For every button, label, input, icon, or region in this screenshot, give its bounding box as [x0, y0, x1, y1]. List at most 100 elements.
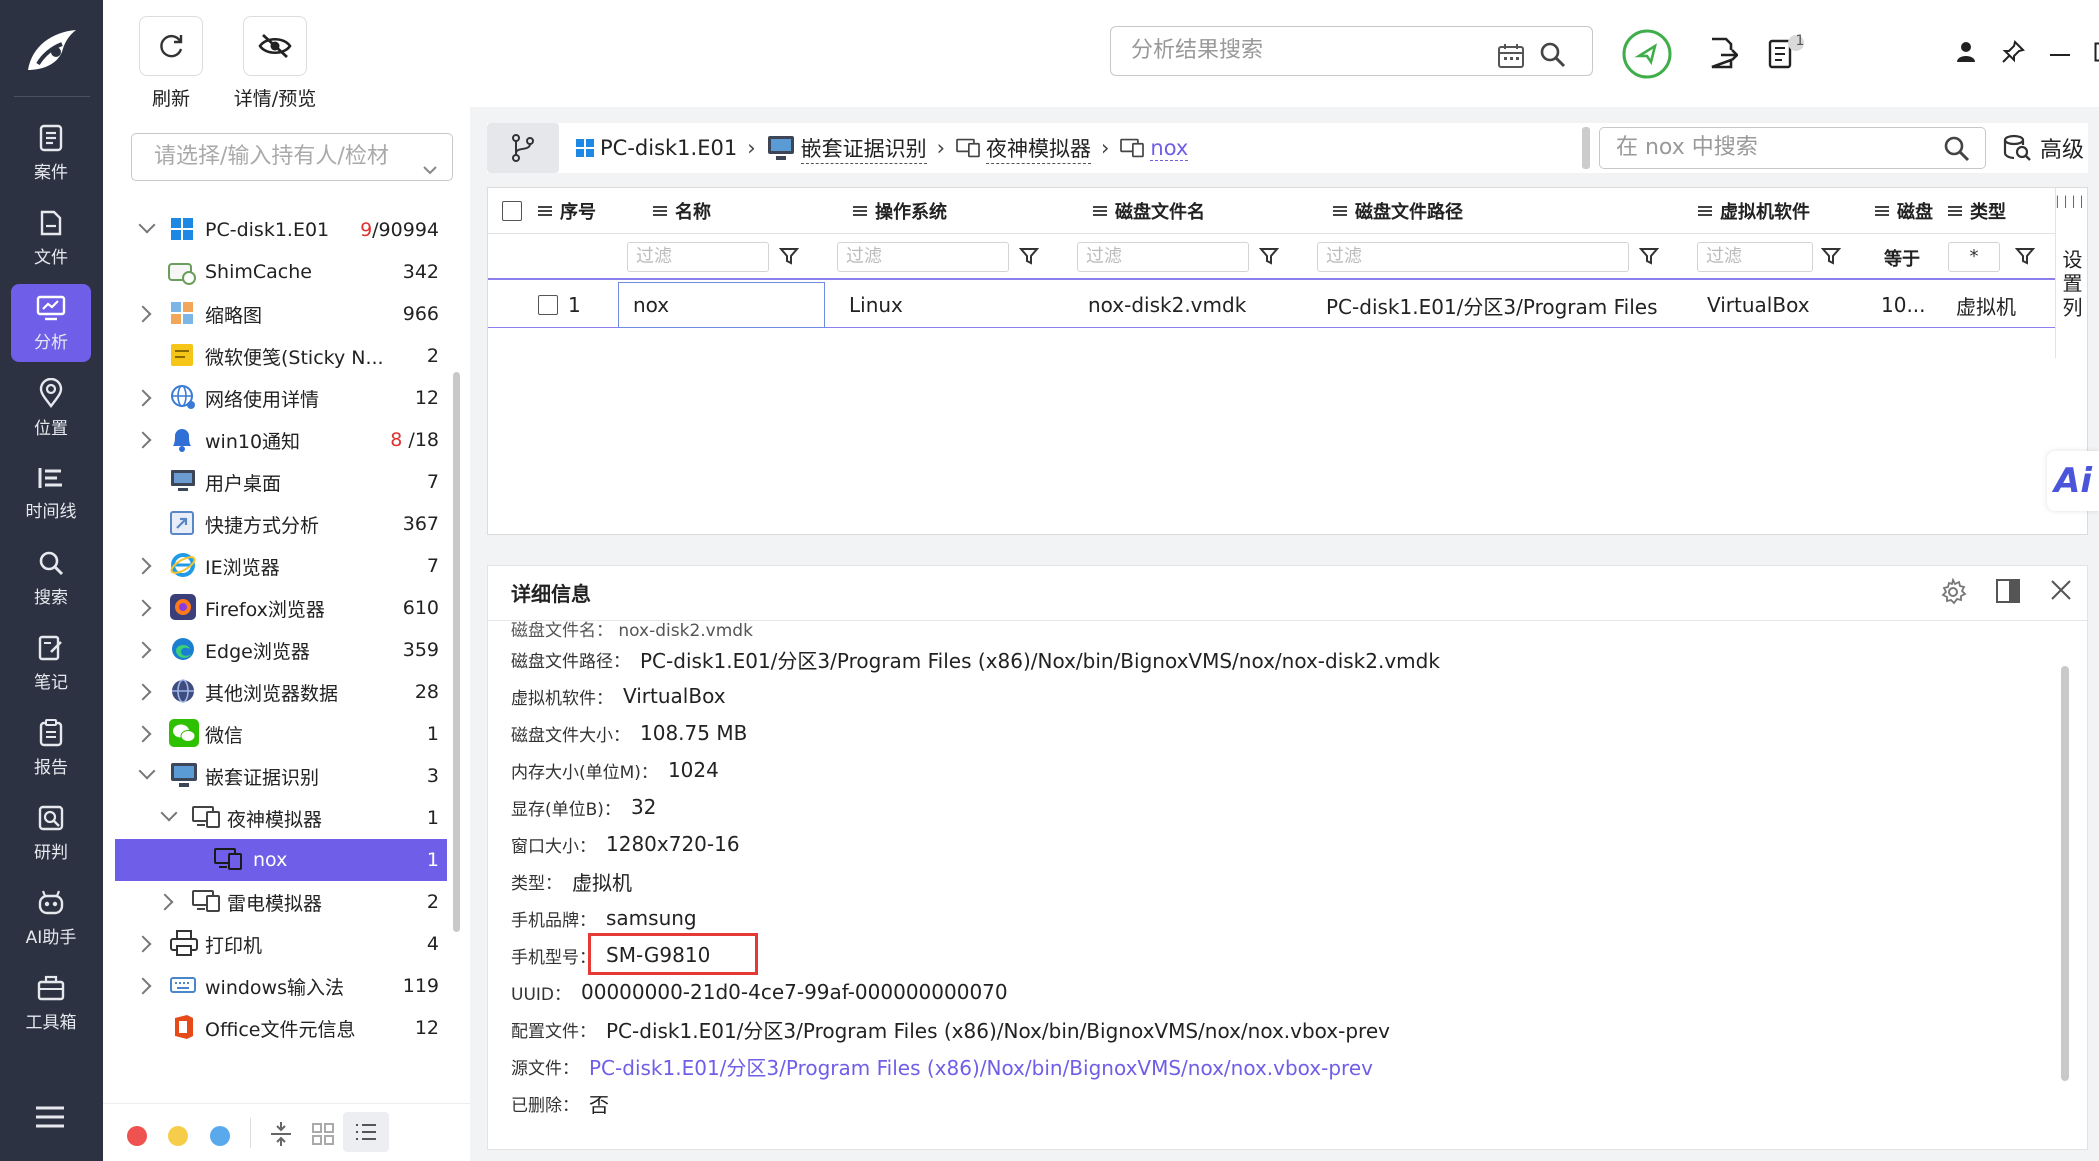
tree-item-ld-emulator[interactable]: 雷电模拟器 2: [115, 881, 447, 923]
chevron-down-icon[interactable]: [138, 762, 156, 780]
split-view-icon[interactable]: [1995, 578, 2021, 610]
maximize-icon[interactable]: [2094, 42, 2099, 66]
search-icon[interactable]: [1943, 135, 1971, 177]
collapse-all-icon[interactable]: [269, 1120, 293, 1152]
nav-judgement[interactable]: 研判: [11, 794, 91, 872]
column-header[interactable]: 磁盘文件路径: [1333, 188, 1583, 234]
column-header[interactable]: 类型: [1948, 188, 2038, 234]
column-settings-button[interactable]: |||| 设置列: [2055, 188, 2087, 358]
tree-item-network[interactable]: 网络使用详情 12: [115, 377, 447, 419]
resize-grip[interactable]: [1582, 127, 1590, 169]
column-header[interactable]: 虚拟机软件: [1698, 188, 1838, 234]
tree-item-ie[interactable]: IE浏览器 7: [115, 545, 447, 587]
column-header[interactable]: 磁盘文件名: [1093, 188, 1253, 234]
analysis-search-input[interactable]: 分析结果搜索: [1110, 26, 1593, 76]
tree-item-firefox[interactable]: Firefox浏览器 610: [115, 587, 447, 629]
branch-button[interactable]: [487, 123, 559, 173]
source-file-link[interactable]: PC-disk1.E01/分区3/Program Files (x86)/Nox…: [589, 1052, 1373, 1081]
row-checkbox[interactable]: [538, 282, 558, 328]
chevron-right-icon[interactable]: [134, 557, 152, 575]
tree-item-pc-disk[interactable]: PC-disk1.E01 9/90994: [115, 209, 447, 251]
advanced-search-button[interactable]: 高级: [2002, 123, 2084, 173]
nav-case[interactable]: 案件: [11, 114, 91, 192]
pin-icon[interactable]: [2001, 40, 2025, 68]
tree-item-printer[interactable]: 打印机 4: [115, 923, 447, 965]
filter-funnel-icon[interactable]: [1018, 246, 1040, 270]
chevron-right-icon[interactable]: [134, 977, 152, 995]
user-icon[interactable]: [1955, 40, 1977, 68]
calendar-icon[interactable]: [1497, 39, 1525, 87]
column-header[interactable]: 名称: [653, 188, 793, 234]
tree-item-nox[interactable]: nox 1: [115, 839, 447, 881]
filter-input-name[interactable]: 过滤: [627, 242, 769, 272]
export-icon[interactable]: [1708, 36, 1739, 74]
column-header[interactable]: 磁盘: [1875, 188, 1935, 234]
close-icon[interactable]: [2049, 578, 2073, 610]
grid-view-icon[interactable]: [311, 1122, 335, 1150]
tree-item-shimcache[interactable]: ShimCache 342: [115, 251, 447, 293]
tree-item-other-browsers[interactable]: 其他浏览器数据 28: [115, 671, 447, 713]
minimize-icon[interactable]: [2049, 44, 2071, 63]
filter-input-disk-name[interactable]: 过滤: [1077, 242, 1249, 272]
breadcrumb-item[interactable]: 嵌套证据识别: [766, 133, 927, 164]
holder-select[interactable]: 请选择/输入持有人/检材: [131, 133, 453, 181]
scoped-search-input[interactable]: 在 nox 中搜索: [1599, 127, 1986, 169]
chevron-right-icon[interactable]: [134, 305, 152, 323]
breadcrumb-item[interactable]: PC-disk1.E01: [575, 136, 737, 160]
tree-item-user-desktop[interactable]: 用户桌面 7: [115, 461, 447, 503]
list-view-icon[interactable]: [343, 1112, 389, 1152]
chevron-right-icon[interactable]: [134, 725, 152, 743]
tree-item-sticky-notes[interactable]: 微软便笺(Sticky N... 2: [115, 335, 447, 377]
tree-item-ime[interactable]: windows输入法 119: [115, 965, 447, 1007]
tree-item-office[interactable]: Office文件元信息 12: [115, 1007, 447, 1049]
search-icon[interactable]: [1539, 39, 1567, 87]
breadcrumb-item-current[interactable]: nox: [1119, 136, 1189, 161]
tree-item-shortcut[interactable]: 快捷方式分析 367: [115, 503, 447, 545]
column-header[interactable]: 序号: [538, 188, 636, 234]
nav-analysis[interactable]: 分析: [11, 284, 91, 362]
select-all-checkbox[interactable]: [502, 188, 522, 234]
nav-note[interactable]: 笔记: [11, 624, 91, 702]
chevron-right-icon[interactable]: [134, 641, 152, 659]
refresh-button[interactable]: 刷新: [139, 16, 203, 111]
filter-input-disk-path[interactable]: 过滤: [1317, 242, 1629, 272]
chevron-down-icon[interactable]: [160, 804, 178, 822]
filter-input-type[interactable]: *: [1948, 242, 2000, 272]
cell-name[interactable]: nox: [618, 282, 825, 328]
hamburger-menu-icon[interactable]: [34, 1105, 66, 1133]
filter-funnel-icon[interactable]: [1638, 246, 1660, 270]
breadcrumb-item[interactable]: 夜神模拟器: [955, 133, 1092, 164]
nav-toolbox[interactable]: 工具箱: [11, 964, 91, 1042]
gear-icon[interactable]: [1939, 577, 1967, 610]
nav-file[interactable]: 文件: [11, 199, 91, 277]
tree-item-thumbnail[interactable]: 缩略图 966: [115, 293, 447, 335]
tree-item-nested-evidence[interactable]: 嵌套证据识别 3: [115, 755, 447, 797]
chevron-right-icon[interactable]: [134, 935, 152, 953]
chevron-right-icon[interactable]: [134, 683, 152, 701]
filter-funnel-icon[interactable]: [1820, 246, 1842, 270]
filter-funnel-icon[interactable]: [778, 246, 800, 270]
filter-funnel-icon[interactable]: [2014, 246, 2036, 270]
chevron-right-icon[interactable]: [156, 893, 174, 911]
filter-funnel-icon[interactable]: [1258, 246, 1280, 270]
filter-input-vm-software[interactable]: 过滤: [1697, 242, 1813, 272]
chevron-right-icon[interactable]: [134, 389, 152, 407]
nav-timeline[interactable]: 时间线: [11, 454, 91, 532]
filter-input-os[interactable]: 过滤: [837, 242, 1009, 272]
filter-equal-label[interactable]: 等于: [1884, 245, 1920, 271]
nav-search[interactable]: 搜索: [11, 539, 91, 617]
nav-ai-assistant[interactable]: AI助手: [11, 879, 91, 957]
tree-item-wechat[interactable]: 微信 1: [115, 713, 447, 755]
chevron-right-icon[interactable]: [134, 599, 152, 617]
nav-location[interactable]: 位置: [11, 369, 91, 447]
tree-scrollbar[interactable]: [453, 372, 460, 932]
chevron-right-icon[interactable]: [134, 431, 152, 449]
table-row[interactable]: 1 nox Linux nox-disk2.vmdk PC-disk1.E01/…: [488, 282, 2055, 328]
column-header[interactable]: 操作系统: [853, 188, 1003, 234]
nav-report[interactable]: 报告: [11, 709, 91, 787]
tree-item-win10-notification[interactable]: win10通知 8 /18: [115, 419, 447, 461]
ai-assist-button[interactable]: Ai: [2047, 451, 2099, 511]
tree-item-edge[interactable]: Edge浏览器 359: [115, 629, 447, 671]
tree-item-nox-emulator[interactable]: 夜神模拟器 1: [115, 797, 447, 839]
preview-button[interactable]: 详情/预览: [215, 16, 335, 111]
